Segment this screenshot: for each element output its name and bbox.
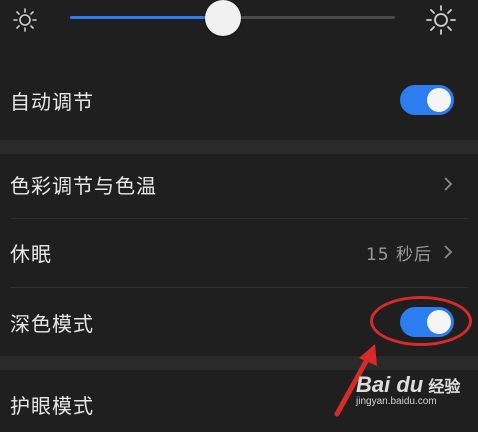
watermark-logo: Bai du bbox=[356, 372, 424, 397]
sleep-row[interactable]: 休眠 15 秒后 bbox=[0, 224, 478, 280]
brightness-low-icon bbox=[12, 7, 38, 33]
toggle-knob bbox=[427, 88, 451, 112]
eye-care-label: 护眼模式 bbox=[10, 393, 94, 418]
auto-adjust-label: 自动调节 bbox=[10, 89, 94, 114]
highlight-circle bbox=[370, 296, 472, 346]
color-temp-label: 色彩调节与色温 bbox=[10, 173, 157, 198]
brightness-slider[interactable] bbox=[70, 0, 395, 36]
dark-mode-label: 深色模式 bbox=[10, 311, 94, 336]
baidu-jingyan-watermark: Bai du 经验 jingyan.baidu.com bbox=[356, 372, 466, 422]
divider bbox=[10, 287, 468, 288]
auto-adjust-toggle[interactable] bbox=[400, 85, 454, 115]
slider-fill bbox=[70, 16, 223, 19]
sleep-value: 15 秒后 bbox=[365, 244, 432, 265]
auto-adjust-row[interactable]: 自动调节 bbox=[0, 72, 478, 128]
divider bbox=[10, 218, 468, 219]
chevron-right-icon bbox=[444, 177, 453, 191]
section-separator bbox=[0, 140, 478, 154]
color-temp-row[interactable]: 色彩调节与色温 bbox=[0, 156, 478, 212]
watermark-cn: 经验 bbox=[428, 377, 461, 396]
sleep-label: 休眠 bbox=[10, 241, 52, 266]
brightness-high-icon bbox=[426, 5, 456, 35]
chevron-right-icon bbox=[444, 245, 453, 259]
section-separator bbox=[0, 356, 478, 370]
slider-thumb[interactable] bbox=[204, 0, 241, 36]
